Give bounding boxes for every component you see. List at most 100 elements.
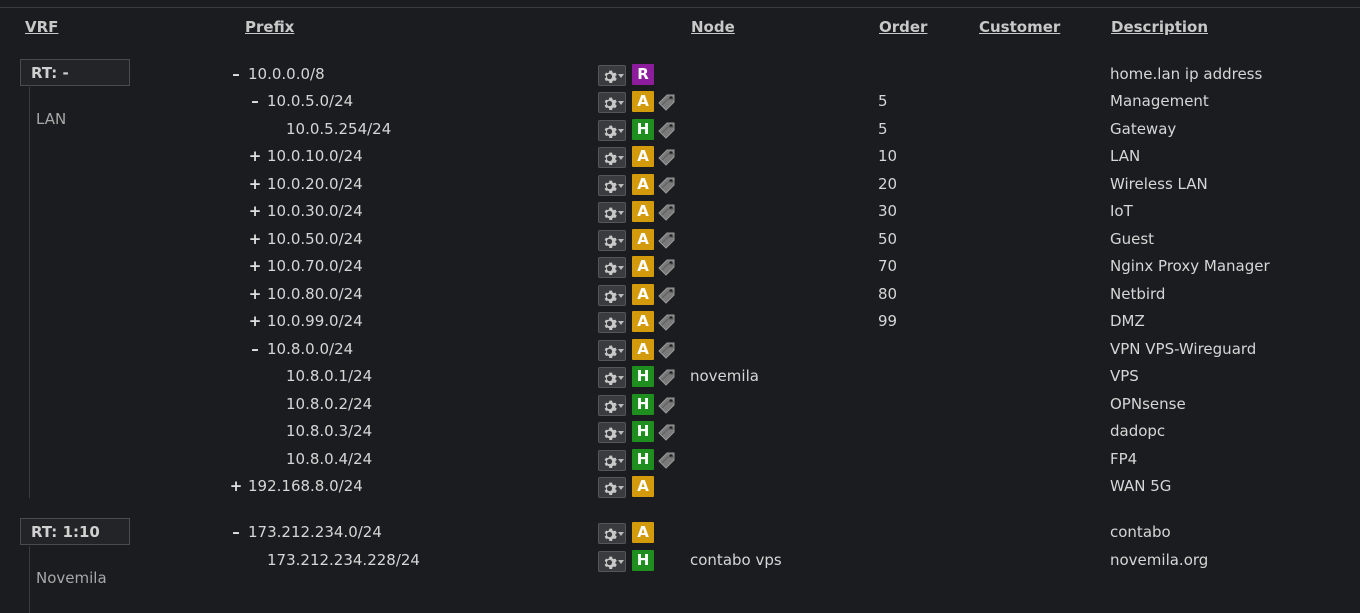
description-cell: Netbird bbox=[1110, 285, 1166, 303]
collapse-toggle[interactable]: – bbox=[248, 92, 262, 110]
tag-icon[interactable] bbox=[656, 368, 678, 390]
expand-toggle[interactable]: + bbox=[229, 477, 243, 495]
tag-icon[interactable] bbox=[656, 341, 678, 363]
prefix-type-badge: H bbox=[632, 394, 654, 415]
column-header-order[interactable]: Order bbox=[879, 18, 927, 36]
actions-menu-button[interactable] bbox=[598, 92, 626, 113]
actions-menu-button[interactable] bbox=[598, 312, 626, 333]
tag-icon[interactable] bbox=[656, 396, 678, 418]
tag-icon[interactable] bbox=[656, 93, 678, 115]
prefix-link[interactable]: 192.168.8.0/24 bbox=[248, 477, 363, 495]
tag-icon[interactable] bbox=[656, 176, 678, 198]
column-header-prefix[interactable]: Prefix bbox=[245, 18, 294, 36]
prefix-row: +192.168.8.0/24 A WAN 5G bbox=[0, 475, 1360, 501]
description-cell: LAN bbox=[1110, 147, 1141, 165]
prefix-row: +10.0.30.0/24 A 30 IoT bbox=[0, 200, 1360, 226]
tag-icon[interactable] bbox=[656, 286, 678, 308]
actions-menu-button[interactable] bbox=[598, 230, 626, 251]
chevron-down-icon bbox=[618, 129, 624, 133]
actions-menu-button[interactable] bbox=[598, 202, 626, 223]
prefix-type-badge: A bbox=[632, 311, 654, 332]
actions-menu-button[interactable] bbox=[598, 147, 626, 168]
actions-menu-button[interactable] bbox=[598, 340, 626, 361]
tag-icon[interactable] bbox=[656, 148, 678, 170]
description-cell: DMZ bbox=[1110, 312, 1145, 330]
chevron-down-icon bbox=[618, 376, 624, 380]
prefix-type-badge: A bbox=[632, 229, 654, 250]
expand-toggle[interactable]: + bbox=[248, 230, 262, 248]
tag-icon[interactable] bbox=[656, 203, 678, 225]
collapse-toggle[interactable]: – bbox=[229, 523, 243, 541]
actions-menu-button[interactable] bbox=[598, 65, 626, 86]
prefix-link[interactable]: 10.8.0.3/24 bbox=[286, 422, 372, 440]
prefix-link[interactable]: 10.0.0.0/8 bbox=[248, 65, 325, 83]
description-cell: WAN 5G bbox=[1110, 477, 1172, 495]
prefix-link[interactable]: 10.0.30.0/24 bbox=[267, 202, 363, 220]
tag-icon[interactable] bbox=[656, 423, 678, 445]
chevron-down-icon bbox=[618, 459, 624, 463]
description-cell: VPS bbox=[1110, 367, 1139, 385]
tag-icon[interactable] bbox=[656, 121, 678, 143]
prefix-link[interactable]: 10.0.50.0/24 bbox=[267, 230, 363, 248]
column-header-node[interactable]: Node bbox=[691, 18, 735, 36]
prefix-link[interactable]: 10.0.99.0/24 bbox=[267, 312, 363, 330]
prefix-link[interactable]: 173.212.234.0/24 bbox=[248, 523, 382, 541]
tag-icon[interactable] bbox=[656, 451, 678, 473]
prefix-link[interactable]: 10.0.5.254/24 bbox=[286, 120, 391, 138]
prefix-link[interactable]: 10.0.80.0/24 bbox=[267, 285, 363, 303]
chevron-down-icon bbox=[618, 321, 624, 325]
prefix-link[interactable]: 10.0.70.0/24 bbox=[267, 257, 363, 275]
order-cell: 80 bbox=[878, 285, 898, 303]
actions-menu-button[interactable] bbox=[598, 395, 626, 416]
prefix-link[interactable]: 173.212.234.228/24 bbox=[267, 551, 420, 569]
prefix-link[interactable]: 10.8.0.4/24 bbox=[286, 450, 372, 468]
actions-menu-button[interactable] bbox=[598, 285, 626, 306]
chevron-down-icon bbox=[618, 294, 624, 298]
expand-toggle[interactable]: + bbox=[248, 175, 262, 193]
expand-toggle[interactable]: + bbox=[248, 312, 262, 330]
tag-icon[interactable] bbox=[656, 258, 678, 280]
prefix-link[interactable]: 10.8.0.0/24 bbox=[267, 340, 353, 358]
actions-menu-button[interactable] bbox=[598, 422, 626, 443]
expand-toggle[interactable]: + bbox=[248, 257, 262, 275]
chevron-down-icon bbox=[618, 211, 624, 215]
expand-toggle[interactable]: + bbox=[248, 147, 262, 165]
actions-menu-button[interactable] bbox=[598, 257, 626, 278]
actions-menu-button[interactable] bbox=[598, 523, 626, 544]
column-header-description[interactable]: Description bbox=[1111, 18, 1208, 36]
collapse-toggle[interactable]: – bbox=[229, 65, 243, 83]
prefix-link[interactable]: 10.0.20.0/24 bbox=[267, 175, 363, 193]
tag-icon[interactable] bbox=[656, 313, 678, 335]
chevron-down-icon bbox=[618, 486, 624, 490]
collapse-toggle[interactable]: – bbox=[248, 340, 262, 358]
column-header-vrf[interactable]: VRF bbox=[25, 18, 58, 36]
prefix-row: –10.0.5.0/24 A 5 Management bbox=[0, 90, 1360, 116]
chevron-down-icon bbox=[618, 156, 624, 160]
prefix-row: –173.212.234.0/24 Acontabo bbox=[0, 521, 1360, 547]
column-header-customer[interactable]: Customer bbox=[979, 18, 1060, 36]
actions-menu-button[interactable] bbox=[598, 477, 626, 498]
prefix-type-badge: A bbox=[632, 146, 654, 167]
description-cell: Guest bbox=[1110, 230, 1155, 248]
node-cell: contabo vps bbox=[690, 551, 782, 569]
actions-menu-button[interactable] bbox=[598, 120, 626, 141]
prefix-link[interactable]: 10.8.0.2/24 bbox=[286, 395, 372, 413]
prefix-row: 10.8.0.4/24 H FP4 bbox=[0, 448, 1360, 474]
prefix-type-badge: A bbox=[632, 256, 654, 277]
tag-icon[interactable] bbox=[656, 231, 678, 253]
description-cell: dadopc bbox=[1110, 422, 1166, 440]
prefix-type-badge: A bbox=[632, 91, 654, 112]
description-cell: FP4 bbox=[1110, 450, 1138, 468]
expand-toggle[interactable]: + bbox=[248, 285, 262, 303]
prefix-link[interactable]: 10.0.5.0/24 bbox=[267, 92, 353, 110]
actions-menu-button[interactable] bbox=[598, 450, 626, 471]
prefix-link[interactable]: 10.8.0.1/24 bbox=[286, 367, 372, 385]
prefix-row: –10.8.0.0/24 A VPN VPS-Wireguard bbox=[0, 338, 1360, 364]
prefix-type-badge: H bbox=[632, 119, 654, 140]
actions-menu-button[interactable] bbox=[598, 551, 626, 572]
actions-menu-button[interactable] bbox=[598, 367, 626, 388]
prefix-link[interactable]: 10.0.10.0/24 bbox=[267, 147, 363, 165]
actions-menu-button[interactable] bbox=[598, 175, 626, 196]
expand-toggle[interactable]: + bbox=[248, 202, 262, 220]
prefix-row: +10.0.50.0/24 A 50 Guest bbox=[0, 228, 1360, 254]
